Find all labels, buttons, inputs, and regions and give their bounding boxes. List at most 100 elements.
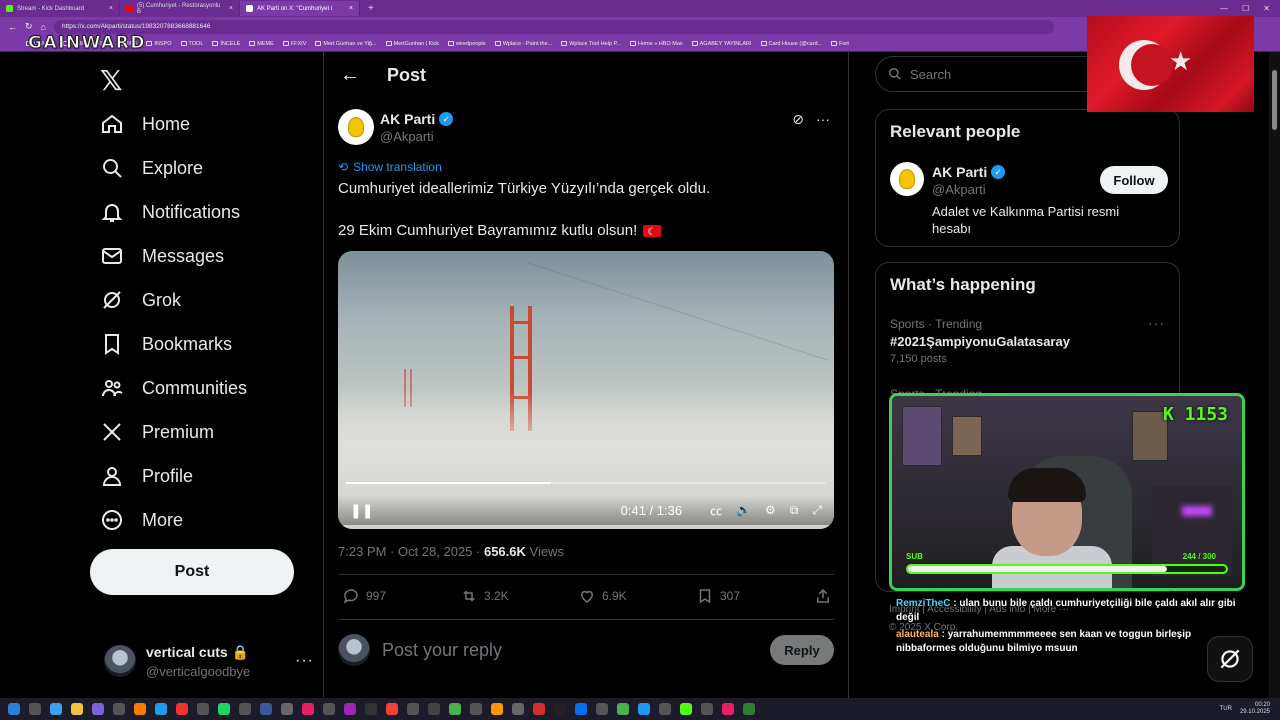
refresh-icon[interactable]: ↻ xyxy=(25,21,33,32)
taskbar-app-icon[interactable] xyxy=(260,703,272,715)
bookmark-item[interactable]: AGABEY YAYINLARI xyxy=(691,41,752,47)
reply-input[interactable]: Post your reply xyxy=(382,640,502,661)
video-progress-bar[interactable] xyxy=(346,482,826,484)
pip-icon[interactable]: ⧉ xyxy=(790,503,799,518)
bookmark-action[interactable]: 307 xyxy=(696,587,814,605)
follow-button[interactable]: Follow xyxy=(1100,166,1168,194)
captions-icon[interactable]: ㏄ xyxy=(710,502,722,519)
close-icon[interactable]: × xyxy=(229,5,233,12)
bookmark-item[interactable]: Home » HBO Max xyxy=(630,41,683,47)
taskbar-app-icon[interactable] xyxy=(365,703,377,715)
bookmark-item[interactable]: INSPO xyxy=(146,41,172,47)
maximize-icon[interactable]: ☐ xyxy=(1242,4,1249,13)
nav-item-more[interactable]: More xyxy=(100,500,183,540)
video-player[interactable]: ❚❚ 0:41 / 1:36 ㏄ 🔊 ⚙ ⧉ ⤢ xyxy=(338,251,834,529)
grok-floating-button[interactable] xyxy=(1207,636,1253,682)
taskbar-app-icon[interactable] xyxy=(449,703,461,715)
post-button[interactable]: Post xyxy=(90,549,294,595)
taskbar-app-icon[interactable] xyxy=(554,703,566,715)
language-indicator[interactable]: TUR xyxy=(1220,706,1232,712)
author-avatar[interactable] xyxy=(890,162,924,196)
taskbar-app-icon[interactable] xyxy=(197,703,209,715)
taskbar-app-icon[interactable] xyxy=(344,703,356,715)
taskbar-app-icon[interactable] xyxy=(155,703,167,715)
close-icon[interactable]: × xyxy=(109,5,113,12)
bookmark-item[interactable]: İNCELE xyxy=(212,41,240,47)
taskbar-app-icon[interactable] xyxy=(29,703,41,715)
nav-item-bookmarks[interactable]: Bookmarks xyxy=(100,324,232,364)
more-icon[interactable]: ··· xyxy=(816,111,830,128)
bookmark-item[interactable]: MertGunhan | Kick xyxy=(385,41,439,47)
author-avatar[interactable] xyxy=(338,109,374,145)
nav-item-messages[interactable]: Messages xyxy=(100,236,224,276)
bookmark-item[interactable]: TOOL xyxy=(180,41,203,47)
like-action[interactable]: 6.9K xyxy=(578,587,696,605)
nav-item-notifications[interactable]: Notifications xyxy=(100,192,240,232)
bookmark-item[interactable]: Wplace - Paint the... xyxy=(494,41,552,47)
taskbar-app-icon[interactable] xyxy=(50,703,62,715)
taskbar-app-icon[interactable] xyxy=(281,703,293,715)
page-scrollbar[interactable] xyxy=(1269,52,1280,698)
taskbar-app-icon[interactable] xyxy=(701,703,713,715)
settings-icon[interactable]: ⚙ xyxy=(765,503,776,517)
taskbar-app-icon[interactable] xyxy=(386,703,398,715)
bookmark-item[interactable]: Mert Günhan ve Yiğ... xyxy=(315,41,377,47)
browser-tab-x[interactable]: AK Parti on X: "Cumhuriyet i × xyxy=(240,1,360,16)
close-window-icon[interactable]: ✕ xyxy=(1263,4,1270,13)
taskbar-app-icon[interactable] xyxy=(113,703,125,715)
nav-item-explore[interactable]: Explore xyxy=(100,148,203,188)
author-name-link[interactable]: AK Parti ✓ xyxy=(380,111,454,127)
grok-icon[interactable]: ⊘ xyxy=(792,111,804,128)
taskbar-app-icon[interactable] xyxy=(533,703,545,715)
reply-button[interactable]: Reply xyxy=(770,635,834,665)
home-icon[interactable]: ⌂ xyxy=(41,22,46,32)
taskbar-app-icon[interactable] xyxy=(722,703,734,715)
more-icon[interactable]: ··· xyxy=(295,652,314,670)
bookmark-item[interactable]: Fort xyxy=(831,41,849,47)
bookmark-item[interactable]: FFXIV xyxy=(282,41,306,47)
clock[interactable]: 00:20 29.10.2025 xyxy=(1240,702,1270,716)
taskbar-app-icon[interactable] xyxy=(176,703,188,715)
nav-item-profile[interactable]: Profile xyxy=(100,456,193,496)
taskbar-app-icon[interactable] xyxy=(491,703,503,715)
taskbar-app-icon[interactable] xyxy=(680,703,692,715)
scrollbar-thumb[interactable] xyxy=(1272,70,1277,130)
person-handle[interactable]: @Akparti xyxy=(932,182,986,197)
fullscreen-icon[interactable]: ⤢ xyxy=(812,503,822,518)
volume-icon[interactable]: 🔊 xyxy=(736,503,751,517)
more-icon[interactable]: ··· xyxy=(1148,315,1165,331)
account-switcher[interactable]: vertical cuts 🔒 @verticalgoodbye ··· xyxy=(104,636,314,686)
taskbar-app-icon[interactable] xyxy=(239,703,251,715)
trend-name[interactable]: #2021ŞampiyonuGalatasaray xyxy=(890,334,1070,349)
taskbar-app-icon[interactable] xyxy=(575,703,587,715)
bookmark-item[interactable]: Wplace Tool Help P... xyxy=(561,41,621,47)
taskbar-app-icon[interactable] xyxy=(8,703,20,715)
nav-item-home[interactable]: Home xyxy=(100,104,190,144)
bookmark-item[interactable]: MEME xyxy=(249,41,274,47)
bookmark-item[interactable]: wiredpeople xyxy=(448,41,486,47)
bookmark-item[interactable]: Card House (@card... xyxy=(760,41,822,47)
taskbar-app-icon[interactable] xyxy=(743,703,755,715)
reply-action[interactable]: 997 xyxy=(342,587,460,605)
taskbar-app-icon[interactable] xyxy=(71,703,83,715)
taskbar-app-icon[interactable] xyxy=(323,703,335,715)
x-logo-icon[interactable]: 𝕏 xyxy=(100,64,123,97)
taskbar-app-icon[interactable] xyxy=(470,703,482,715)
back-arrow-icon[interactable]: ← xyxy=(340,64,360,87)
taskbar-app-icon[interactable] xyxy=(92,703,104,715)
share-icon[interactable] xyxy=(814,587,832,605)
address-field[interactable]: https://x.com/Akparti/status/19832078836… xyxy=(53,19,1054,34)
author-handle[interactable]: @Akparti xyxy=(380,129,434,144)
nav-item-grok[interactable]: Grok xyxy=(100,280,181,320)
nav-item-premium[interactable]: Premium xyxy=(100,412,214,452)
post-timestamp[interactable]: 7:23 PM · Oct 28, 2025 · xyxy=(338,544,484,559)
taskbar-app-icon[interactable] xyxy=(596,703,608,715)
repost-action[interactable]: 3.2K xyxy=(460,587,578,605)
browser-tab-youtube[interactable]: (5) Cumhuriyet - Restorasyonlu B × xyxy=(120,1,240,16)
close-icon[interactable]: × xyxy=(349,5,353,12)
nav-item-communities[interactable]: Communities xyxy=(100,368,247,408)
pause-icon[interactable]: ❚❚ xyxy=(350,502,373,519)
taskbar-app-icon[interactable] xyxy=(407,703,419,715)
new-tab-button[interactable]: + xyxy=(360,3,382,14)
taskbar-app-icon[interactable] xyxy=(512,703,524,715)
